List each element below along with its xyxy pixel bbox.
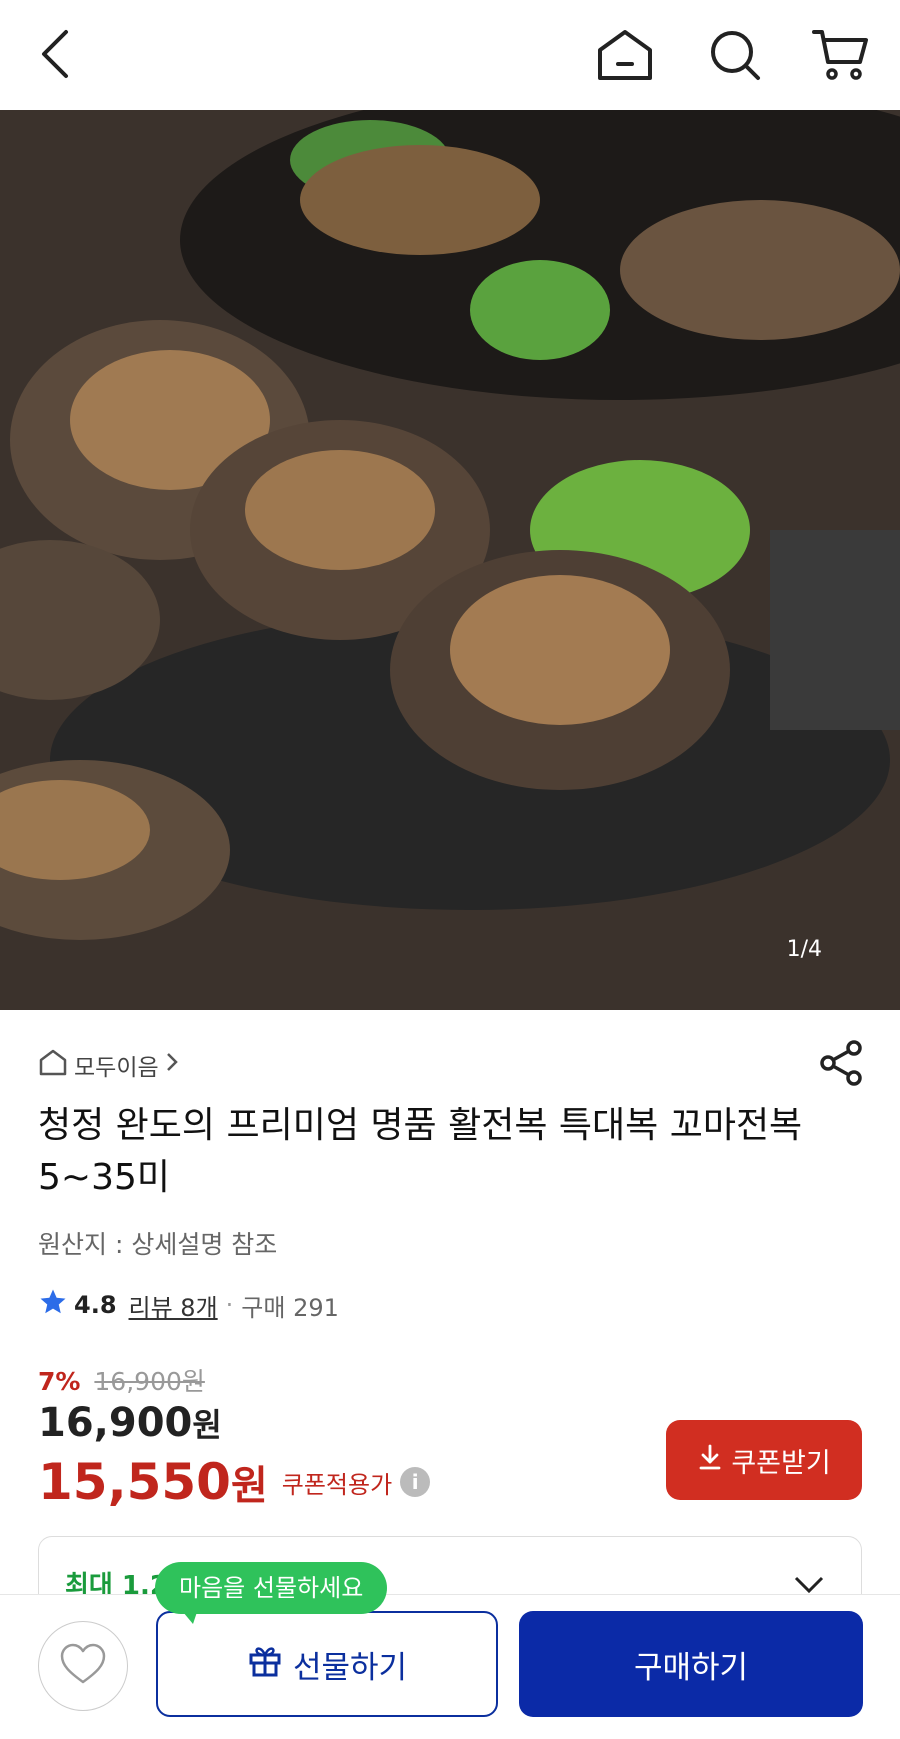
top-nav-bar [0,0,900,110]
rating-row: 4.8 리뷰 8개 · 구매 291 [38,1285,339,1325]
coupon-price-row: 15,550 원 쿠폰적용가 i [38,1452,431,1512]
store-link[interactable]: 모두이음 [38,1048,179,1082]
origin-info: 원산지 : 상세설명 참조 [38,1230,278,1259]
coupon-button-label: 쿠폰받기 [731,1447,831,1479]
purchase-count: 구매 291 [241,1293,339,1322]
gift-button-label: 선물하기 [292,1649,408,1686]
share-icon[interactable] [820,1040,862,1090]
bottom-action-bar: 선물하기 구매하기 [0,1594,900,1739]
abalone-photo [0,110,900,1010]
sale-price: 16,900원 [38,1400,222,1446]
gift-icon [247,1642,283,1686]
separator: · [225,1291,234,1319]
store-name: 모두이음 [74,1055,159,1081]
discount-percent: 7% [38,1367,81,1396]
heart-icon [59,1642,107,1690]
get-coupon-button[interactable]: 쿠폰받기 [666,1420,862,1500]
sale-price-number: 16,900 [38,1400,193,1446]
wishlist-button[interactable] [38,1621,128,1711]
discount-row: 7% 16,900원 [38,1362,205,1398]
cart-icon[interactable] [812,28,868,86]
product-image-gallery[interactable]: 1/4 [0,110,900,1010]
gift-button[interactable]: 선물하기 [156,1611,498,1717]
gift-tooltip: 마음을 선물하세요 [155,1562,388,1624]
image-counter: 1/4 [786,937,822,962]
coupon-price-unit: 원 [230,1463,268,1509]
store-home-icon [38,1048,68,1082]
sale-price-unit: 원 [192,1406,222,1444]
info-icon[interactable]: i [400,1467,431,1497]
coupon-price-number: 15,550 [38,1453,231,1511]
star-icon [38,1287,68,1323]
reviews-link[interactable]: 리뷰 8개 [129,1288,218,1323]
search-icon[interactable] [708,28,762,86]
buy-button[interactable]: 구매하기 [519,1611,863,1717]
rating-score: 4.8 [74,1291,117,1319]
product-title: 청정 완도의 프리미엄 명품 활전복 특대복 꼬마전복 5~35미 [38,1105,803,1198]
back-icon[interactable] [38,28,72,84]
download-icon [697,1443,723,1478]
chevron-right-icon [165,1051,179,1079]
coupon-price-label: 쿠폰적용가 [281,1470,393,1499]
original-price: 16,900원 [94,1367,205,1396]
home-icon[interactable] [596,28,654,86]
